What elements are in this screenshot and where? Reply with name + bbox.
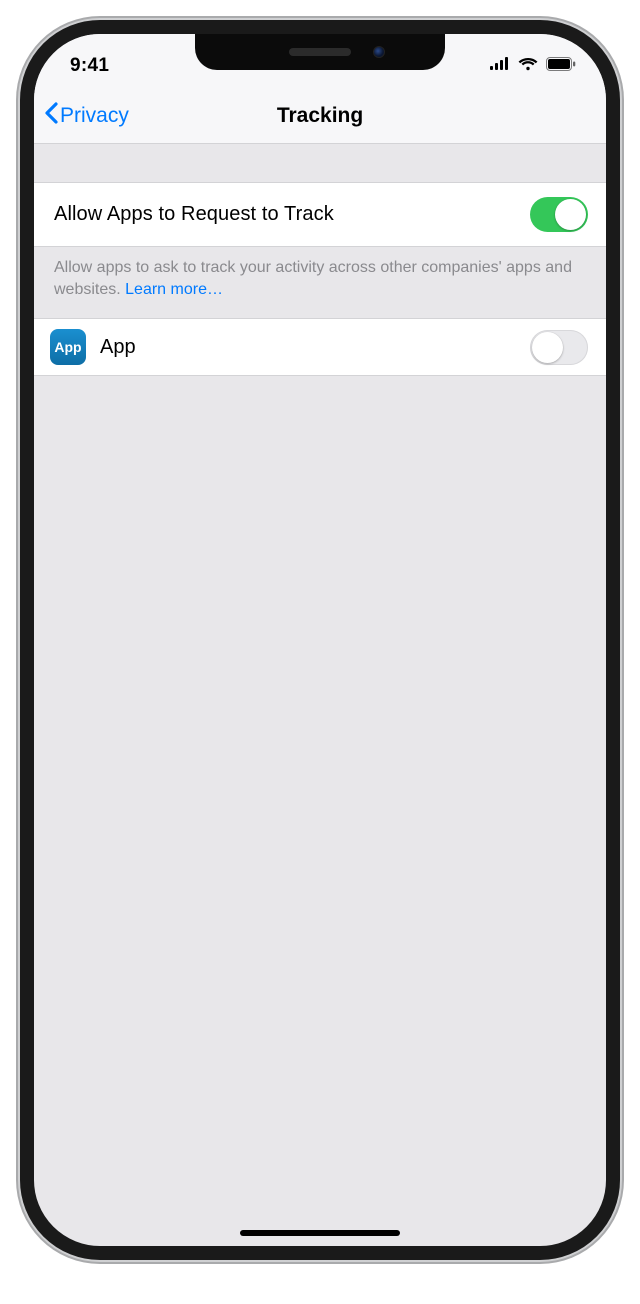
app-icon: App	[50, 329, 86, 365]
page-title: Tracking	[277, 104, 363, 128]
battery-icon	[546, 57, 576, 76]
back-label: Privacy	[60, 104, 129, 128]
allow-tracking-footer: Allow apps to ask to track your activity…	[34, 247, 606, 318]
front-camera	[373, 46, 385, 58]
app-row: App App	[34, 318, 606, 376]
navigation-bar: Privacy Tracking	[34, 88, 606, 144]
chevron-left-icon	[44, 102, 58, 130]
allow-tracking-label: Allow Apps to Request to Track	[54, 203, 334, 226]
section-spacer	[34, 144, 606, 182]
allow-tracking-row: Allow Apps to Request to Track	[34, 182, 606, 247]
notch	[195, 34, 445, 70]
app-tracking-toggle[interactable]	[530, 330, 588, 365]
cellular-signal-icon	[490, 57, 510, 75]
status-indicators	[490, 57, 576, 76]
allow-tracking-toggle[interactable]	[530, 197, 588, 232]
app-name-label: App	[100, 336, 516, 359]
status-time: 9:41	[70, 55, 109, 77]
wifi-icon	[518, 57, 538, 76]
app-icon-label: App	[54, 339, 81, 355]
learn-more-link[interactable]: Learn more…	[125, 281, 223, 298]
home-indicator[interactable]	[240, 1230, 400, 1236]
toggle-knob	[532, 332, 563, 363]
toggle-knob	[555, 199, 586, 230]
back-button[interactable]: Privacy	[44, 102, 129, 130]
content: Allow Apps to Request to Track Allow app…	[34, 144, 606, 1246]
phone-frame: 9:41 Privacy Tracking Allow Apps to Requ…	[20, 20, 620, 1260]
speaker-grille	[289, 48, 351, 56]
